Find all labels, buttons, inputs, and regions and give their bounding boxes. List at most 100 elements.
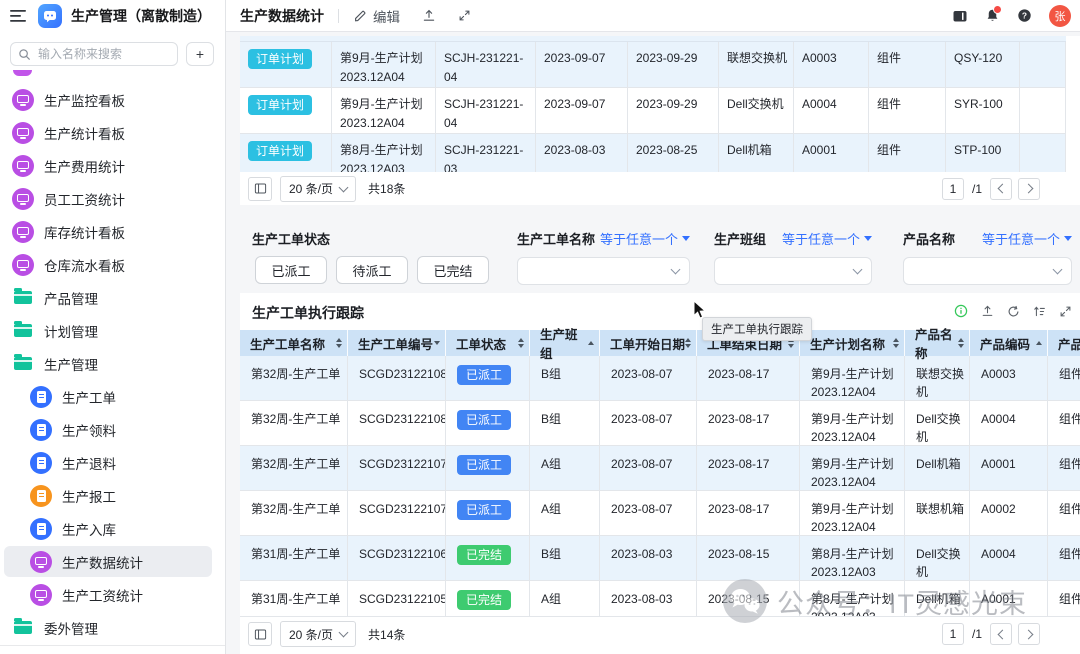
notification-bell-icon[interactable] — [985, 8, 1000, 23]
export-icon[interactable] — [981, 304, 994, 318]
table-row[interactable]: 订单计划 第8月-生产计划 2023.12A03 SCJH-231221-03 … — [240, 134, 1066, 173]
work-order-code-cell: SCGD23122107 — [348, 446, 446, 490]
expand-icon[interactable] — [1059, 305, 1072, 318]
current-page[interactable]: 1 — [942, 178, 964, 200]
header-work-order-code[interactable]: 生产工单编号 — [348, 330, 446, 356]
dashboard-icon — [12, 89, 34, 111]
sidebar-item-production-salary-stats[interactable]: 生产工资统计 — [0, 578, 225, 611]
panel-toggle-icon[interactable] — [952, 8, 968, 24]
sidebar-folder-production-management[interactable]: 生产管理 — [0, 347, 225, 380]
table-row[interactable]: 第32周-生产工单 SCGD23122108 已派工 B组 2023-08-07… — [240, 401, 1080, 446]
product-type-cell: 组件 — [1048, 446, 1080, 490]
app-title: 生产管理（离散制造） — [71, 6, 211, 26]
table-row[interactable]: 第31周-生产工单 SCGD23122105 已完结 A组 2023-08-03… — [240, 581, 1080, 617]
table-row[interactable]: 第32周-生产工单 SCGD23122107 已派工 A组 2023-08-07… — [240, 446, 1080, 491]
work-order-code-cell: SCGD23122106 — [348, 536, 446, 580]
user-avatar[interactable]: 张 — [1049, 5, 1071, 27]
sidebar-item-production-stats-board[interactable]: 生产统计看板 — [0, 116, 225, 149]
search-icon — [18, 48, 31, 61]
start-date-cell: 2023-08-07 — [600, 356, 697, 400]
team-cell: B组 — [530, 536, 600, 580]
product-type-cell: 组件 — [1048, 536, 1080, 580]
product-cell: Dell交换机 — [905, 536, 970, 580]
sidebar-item-employee-salary-stats[interactable]: 员工工资统计 — [0, 182, 225, 215]
operator-link[interactable]: 等于任意一个 — [600, 229, 690, 248]
operator-link[interactable]: 等于任意一个 — [982, 229, 1072, 248]
sidebar-item-production-material-return[interactable]: 生产退料 — [0, 446, 225, 479]
sidebar-item-production-inbound[interactable]: 生产入库 — [0, 512, 225, 545]
sidebar-item-production-cost-stats[interactable]: 生产费用统计 — [0, 149, 225, 182]
header-status[interactable]: 工单状态 — [446, 330, 530, 356]
sidebar-item-inventory-stats-board[interactable]: 库存统计看板 — [0, 215, 225, 248]
filter-status-dispatched[interactable]: 已派工 — [255, 256, 327, 284]
sidebar-item-warehouse-flow-board[interactable]: 仓库流水看板 — [0, 248, 225, 281]
sidebar-item-production-report-work[interactable]: 生产报工 — [0, 479, 225, 512]
sort-settings-icon[interactable] — [1033, 305, 1046, 318]
product-code-cell: A0002 — [970, 491, 1048, 535]
plan-name-cell: 第8月-生产计划 2023.12A03 — [800, 581, 905, 616]
add-button[interactable]: + — [186, 42, 214, 66]
table-row[interactable]: 第31周-生产工单 SCGD23122106 已完结 B组 2023-08-03… — [240, 536, 1080, 581]
table-row[interactable]: 订单计划 第9月-生产计划 2023.12A04 SCJH-231221-04 … — [240, 42, 1066, 88]
work-order-name-select[interactable] — [517, 257, 690, 285]
column-settings-button[interactable] — [248, 622, 272, 646]
prev-page-button[interactable] — [990, 623, 1012, 645]
work-order-code-cell: SCGD23122108 — [348, 356, 446, 400]
sidebar-item-admin-console[interactable]: 管理后台 — [0, 648, 225, 654]
sort-icon — [685, 338, 691, 348]
total-pages: /1 — [972, 627, 982, 641]
current-page[interactable]: 1 — [942, 623, 964, 645]
help-icon[interactable]: ? — [1017, 8, 1032, 23]
edit-button[interactable]: 编辑 — [353, 6, 400, 26]
operator-link[interactable]: 等于任意一个 — [782, 229, 872, 248]
sidebar-item-production-data-stats[interactable]: 生产数据统计 — [0, 545, 225, 578]
menu-toggle-icon[interactable] — [10, 9, 27, 23]
column-settings-button[interactable] — [248, 177, 272, 201]
next-page-button[interactable] — [1018, 623, 1040, 645]
header-team[interactable]: 生产班组 — [530, 330, 600, 356]
sort-icon — [518, 338, 524, 348]
dashboard-icon — [12, 122, 34, 144]
header-product-name[interactable]: 产品名称 — [905, 330, 970, 356]
search-input[interactable] — [36, 46, 170, 62]
header-start-date[interactable]: 工单开始日期 — [600, 330, 697, 356]
prev-page-button[interactable] — [990, 178, 1012, 200]
dashboard-icon — [12, 254, 34, 276]
product-name-select[interactable] — [903, 257, 1072, 285]
start-date-cell: 2023-08-07 — [600, 401, 697, 445]
filter-status-pending[interactable]: 待派工 — [336, 256, 408, 284]
header-product-type[interactable]: 产品类型 — [1048, 330, 1080, 356]
team-select[interactable] — [714, 257, 872, 285]
next-page-button[interactable] — [1018, 178, 1040, 200]
caret-down-icon — [1064, 236, 1072, 241]
table-row[interactable]: 第32周-生产工单 SCGD23122107 已派工 A组 2023-08-07… — [240, 491, 1080, 536]
filter-status-finished[interactable]: 已完结 — [417, 256, 489, 284]
sidebar-folder-outsourcing-management[interactable]: 委外管理 — [0, 611, 225, 644]
sidebar-item-production-monitor-board[interactable]: 生产监控看板 — [0, 83, 225, 116]
tooltip: 生产工单执行跟踪 — [702, 317, 812, 341]
start-date-cell: 2023-09-07 — [536, 88, 628, 133]
end-date-cell: 2023-08-15 — [697, 536, 800, 580]
plan-name-cell: 第9月-生产计划 2023.12A04 — [800, 356, 905, 400]
table-row[interactable]: 订单计划 第9月-生产计划 2023.12A04 SCJH-231221-04 … — [240, 88, 1066, 134]
header-plan-name[interactable]: 生产计划名称 — [800, 330, 905, 356]
sidebar-item-production-material-request[interactable]: 生产领料 — [0, 413, 225, 446]
refresh-icon[interactable] — [1007, 305, 1020, 318]
header-product-code[interactable]: 产品编码 — [970, 330, 1048, 356]
fullscreen-icon[interactable] — [458, 9, 471, 22]
product-cell: Dell交换机 — [905, 401, 970, 445]
info-icon[interactable] — [954, 304, 968, 318]
start-date-cell: 2023-08-07 — [600, 491, 697, 535]
share-icon[interactable] — [422, 8, 436, 23]
sidebar-item-production-work-order[interactable]: 生产工单 — [0, 380, 225, 413]
work-order-code-cell: SCGD23122108 — [348, 401, 446, 445]
page-size-select[interactable]: 20 条/页 — [280, 621, 356, 647]
header-work-order-name[interactable]: 生产工单名称 — [240, 330, 348, 356]
sidebar-folder-product-management[interactable]: 产品管理 — [0, 281, 225, 314]
table-row[interactable]: 第32周-生产工单 SCGD23122108 已派工 B组 2023-08-07… — [240, 356, 1080, 401]
mouse-cursor — [693, 300, 707, 320]
page-size-select[interactable]: 20 条/页 — [280, 176, 356, 202]
work-order-name-cell: 第32周-生产工单 — [240, 446, 348, 490]
sidebar-folder-plan-management[interactable]: 计划管理 — [0, 314, 225, 347]
product-code-cell: A0004 — [794, 88, 869, 133]
